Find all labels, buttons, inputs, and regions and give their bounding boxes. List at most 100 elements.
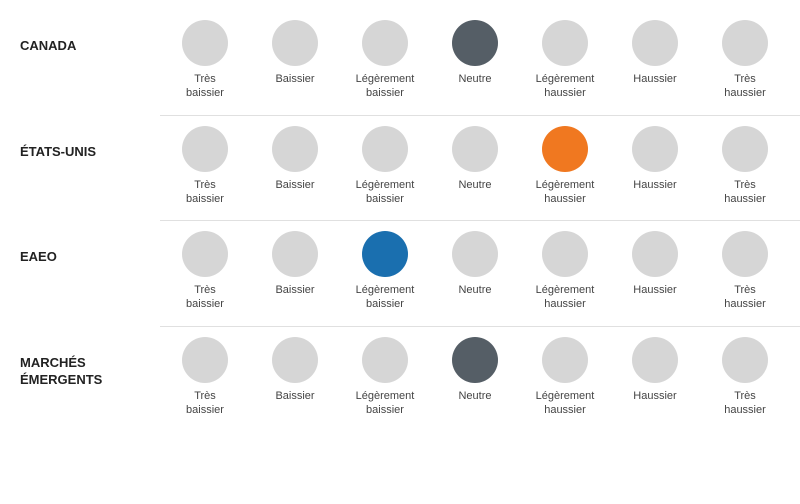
circle (542, 126, 588, 172)
circle-item: Légèrementhaussier (520, 231, 610, 312)
circle-label: Haussier (633, 389, 676, 403)
circle-label: Trèshaussier (724, 389, 766, 418)
circle (632, 126, 678, 172)
circle (452, 126, 498, 172)
circle (632, 337, 678, 383)
circle (272, 231, 318, 277)
sentiment-grid: CANADA Trèsbaissier Baissier Légèrementbais… (0, 10, 800, 437)
sentiment-row: ÉTATS-UNIS Trèsbaissier Baissier Légèrement… (20, 126, 800, 207)
circle (272, 20, 318, 66)
circle-item: Baissier (250, 20, 340, 101)
circle-label: Baissier (275, 72, 314, 86)
circle-item: Haussier (610, 231, 700, 312)
row-label: CANADA (20, 20, 160, 55)
circle (542, 337, 588, 383)
row-divider (160, 220, 800, 221)
circle-item: Trèsbaissier (160, 231, 250, 312)
circle (632, 231, 678, 277)
circle (722, 231, 768, 277)
circle-label: Trèsbaissier (186, 178, 224, 207)
circle-item: Haussier (610, 337, 700, 418)
circle (182, 126, 228, 172)
circle-label: Légèrementbaissier (356, 72, 415, 101)
row-label: EAEO (20, 231, 160, 266)
circle (362, 126, 408, 172)
row-divider (160, 326, 800, 327)
circle-label: Baissier (275, 178, 314, 192)
circle-label: Neutre (458, 178, 491, 192)
circle (182, 231, 228, 277)
circle-item: Trèshaussier (700, 126, 790, 207)
circle (362, 231, 408, 277)
circle-item: Légèrementhaussier (520, 126, 610, 207)
circle-item: Légèrementhaussier (520, 337, 610, 418)
circle-label: Légèrementhaussier (536, 72, 595, 101)
circle-label: Neutre (458, 283, 491, 297)
circle-item: Légèrementhaussier (520, 20, 610, 101)
circle (362, 337, 408, 383)
circle-item: Trèshaussier (700, 231, 790, 312)
sentiment-row: MARCHÉSÉMERGENTS Trèsbaissier Baissier Légè… (20, 337, 800, 418)
circle-label: Baissier (275, 283, 314, 297)
circle (632, 20, 678, 66)
circle-item: Neutre (430, 337, 520, 418)
circle-label: Baissier (275, 389, 314, 403)
circles-group: Trèsbaissier Baissier Légèrementbaissier Ne… (160, 337, 790, 418)
circle-label: Trèsbaissier (186, 72, 224, 101)
circle-item: Trèshaussier (700, 337, 790, 418)
circle-label: Légèrementbaissier (356, 389, 415, 418)
circle (362, 20, 408, 66)
circle-label: Trèshaussier (724, 283, 766, 312)
circle (452, 231, 498, 277)
circle-item: Baissier (250, 231, 340, 312)
circle-item: Trèshaussier (700, 20, 790, 101)
circle-item: Trèsbaissier (160, 20, 250, 101)
circle-item: Neutre (430, 126, 520, 207)
circle-label: Haussier (633, 72, 676, 86)
circles-group: Trèsbaissier Baissier Légèrementbaissier Ne… (160, 126, 790, 207)
circle-label: Trèsbaissier (186, 389, 224, 418)
circle-label: Trèshaussier (724, 72, 766, 101)
circle-item: Trèsbaissier (160, 126, 250, 207)
circle-item: Baissier (250, 337, 340, 418)
row-label: ÉTATS-UNIS (20, 126, 160, 161)
circle-label: Neutre (458, 389, 491, 403)
circle (722, 337, 768, 383)
circle-label: Légèrementhaussier (536, 283, 595, 312)
circle-item: Haussier (610, 20, 700, 101)
circle (452, 20, 498, 66)
circles-group: Trèsbaissier Baissier Légèrementbaissier Ne… (160, 231, 790, 312)
circle-item: Haussier (610, 126, 700, 207)
circle (542, 20, 588, 66)
circle-label: Haussier (633, 178, 676, 192)
circle-item: Neutre (430, 231, 520, 312)
circle-item: Baissier (250, 126, 340, 207)
circle-item: Neutre (430, 20, 520, 101)
circle (272, 337, 318, 383)
circle (542, 231, 588, 277)
circle-label: Légèrementhaussier (536, 389, 595, 418)
circles-group: Trèsbaissier Baissier Légèrementbaissier Ne… (160, 20, 790, 101)
circle (272, 126, 318, 172)
circle-item: Trèsbaissier (160, 337, 250, 418)
row-label: MARCHÉSÉMERGENTS (20, 337, 160, 389)
circle-label: Trèshaussier (724, 178, 766, 207)
circle (722, 20, 768, 66)
circle-label: Trèsbaissier (186, 283, 224, 312)
circle-item: Légèrementbaissier (340, 126, 430, 207)
circle (182, 337, 228, 383)
circle-label: Légèrementbaissier (356, 178, 415, 207)
circle (452, 337, 498, 383)
circle-item: Légèrementbaissier (340, 231, 430, 312)
circle-label: Légèrementhaussier (536, 178, 595, 207)
circle-label: Légèrementbaissier (356, 283, 415, 312)
circle (722, 126, 768, 172)
circle-label: Neutre (458, 72, 491, 86)
sentiment-row: CANADA Trèsbaissier Baissier Légèrementbais… (20, 20, 800, 101)
circle-item: Légèrementbaissier (340, 337, 430, 418)
circle (182, 20, 228, 66)
row-divider (160, 115, 800, 116)
circle-label: Haussier (633, 283, 676, 297)
sentiment-row: EAEO Trèsbaissier Baissier Légèrementbaissi… (20, 231, 800, 312)
circle-item: Légèrementbaissier (340, 20, 430, 101)
